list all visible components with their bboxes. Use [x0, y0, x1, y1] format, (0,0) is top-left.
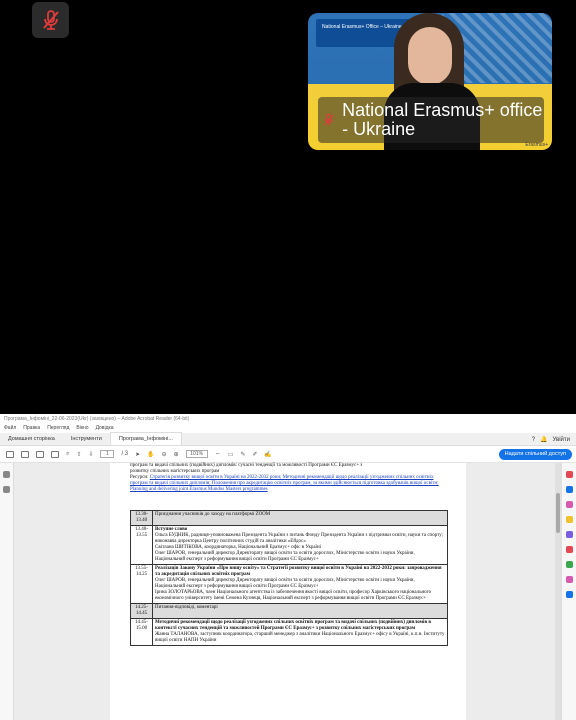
bell-icon[interactable]: 🔔	[540, 436, 547, 443]
participant-name: National Erasmus+ office - Ukraine	[342, 100, 543, 139]
bookmark-icon[interactable]	[3, 471, 10, 478]
row-time: 13.40-13.55	[130, 525, 153, 565]
scan-icon[interactable]	[565, 546, 573, 553]
next-page-icon[interactable]: ⇩	[88, 451, 93, 458]
edit-pdf-icon[interactable]	[565, 486, 573, 493]
row-line: Олег ШАРОВ, генеральний директор Директо…	[155, 578, 415, 589]
row-line: Олег ШАРОВ, генеральний директор Директо…	[155, 551, 415, 562]
intro-text: програм та видачі спільних (подвійних) д…	[130, 463, 448, 493]
upload-icon[interactable]	[21, 450, 29, 458]
prev-page-icon[interactable]: ⇧	[76, 451, 81, 458]
tab-bar: Домашня сторінка Інструменти Програма_Ін…	[0, 432, 576, 446]
resources-label: Ресурси:	[130, 475, 149, 480]
scroll-thumb[interactable]	[556, 493, 560, 533]
sign-in-area: ? 🔔 Увійти	[532, 436, 570, 444]
row-time: 14.45-15.00	[130, 618, 153, 646]
highlight-icon[interactable]: ✐	[252, 451, 257, 458]
fill-sign-icon[interactable]	[565, 576, 573, 583]
row-time: 14.25-14.45	[130, 603, 153, 619]
zoom-in-icon[interactable]: ⊕	[174, 451, 179, 458]
comment-icon[interactable]: ▭	[228, 451, 234, 458]
hand-tool-icon[interactable]: ✋	[147, 451, 154, 458]
tab-home[interactable]: Домашня сторінка	[0, 433, 63, 445]
select-tool-icon[interactable]: ➤	[135, 451, 140, 458]
compress-icon[interactable]	[565, 591, 573, 598]
zoom-out-icon[interactable]: ⊖	[162, 451, 167, 458]
resources-link[interactable]: Стратегія розвитку вищої освіти в Україн…	[130, 475, 439, 492]
program-row: 13.40-13.55 Вступне слово Ольга БУДНИК, ра…	[130, 525, 448, 565]
email-icon[interactable]	[51, 450, 59, 458]
pdf-page: програм та видачі спільних (подвійних) д…	[110, 463, 466, 720]
export-icon[interactable]	[565, 501, 573, 508]
pen-icon[interactable]: ✎	[240, 451, 245, 458]
print-icon[interactable]	[36, 450, 44, 458]
row-time: 13.30-13.40	[130, 510, 153, 526]
row-content: Методичні рекомендації щодо реалізації у…	[152, 618, 448, 646]
row-content: Приєднання учасників до заходу на платфо…	[152, 510, 448, 526]
row-line: Ірина ЗОЛОТАРЬОВА, член Національного аг…	[155, 590, 432, 601]
page-total: / 3	[121, 451, 129, 457]
muted-mic-tile[interactable]	[32, 2, 69, 38]
program-row: 14.45-15.00 Методичні рекомендації щодо р…	[130, 618, 448, 646]
right-tools-rail	[561, 463, 576, 720]
help-icon[interactable]: ?	[532, 437, 535, 443]
row-line: Реалізація Закону України «Про вищу осві…	[155, 566, 442, 577]
menu-file[interactable]: Файл	[4, 425, 16, 431]
program-row: 13.55-14.25 Реалізація Закону України «Пр…	[130, 564, 448, 604]
zoom-select[interactable]: 101%	[185, 450, 208, 458]
row-line: Методичні рекомендації щодо реалізації у…	[155, 620, 432, 631]
pdf-tool-icon[interactable]	[565, 471, 573, 478]
mic-off-icon	[324, 113, 334, 126]
page-number-input[interactable]: 1	[100, 450, 115, 458]
row-line: Жанна ТАЛАНОВА, заступник координатора, …	[155, 632, 445, 643]
menu-edit[interactable]: Правка	[23, 425, 40, 431]
menu-view[interactable]: Перегляд	[47, 425, 69, 431]
menu-window[interactable]: Вікно	[76, 425, 88, 431]
participant-name-tag: National Erasmus+ office - Ukraine	[318, 97, 544, 143]
participant-face	[408, 27, 452, 85]
program-table: 13.30-13.40 Приєднання учасників до заход…	[130, 510, 448, 646]
fit-page-icon[interactable]: ⇔	[215, 451, 221, 457]
program-row: 13.30-13.40 Приєднання учасників до заход…	[130, 510, 448, 526]
menu-bar: Файл Правка Перегляд Вікно Довідка	[0, 423, 576, 433]
row-line: Ольга БУДНИК, радниця-уповноважена Прези…	[155, 533, 444, 544]
program-row: 14.25-14.45 Питання-відповіді, коментарі	[130, 603, 448, 619]
watermark: Erasmus+	[525, 142, 548, 148]
tab-tools[interactable]: Інструменти	[63, 433, 110, 445]
participant-video-tile[interactable]: National Erasmus+ Office – Ukraine Natio…	[308, 13, 552, 150]
row-line: Питання-відповіді, коментарі	[155, 605, 218, 610]
toolbar: ⌕ ⇧ ⇩ 1 / 3 ➤ ✋ ⊖ ⊕ 101% ⇔ ▭ ✎ ✐ ✍ Надат…	[0, 446, 576, 463]
protect-icon[interactable]	[565, 561, 573, 568]
acrobat-window: Програма_Інфоміні_22-06-2023(Ukr) (захищ…	[0, 414, 576, 720]
comment-tool-icon[interactable]	[565, 516, 573, 523]
row-time: 13.55-14.25	[130, 564, 153, 604]
document-area: програм та видачі спільних (подвійних) д…	[0, 463, 576, 720]
tab-document[interactable]: Програма_Інфоміні...	[109, 432, 182, 445]
menu-help[interactable]: Довідка	[96, 425, 114, 431]
row-content: Вступне слово Ольга БУДНИК, радниця-уповн…	[152, 525, 448, 565]
organize-icon[interactable]	[565, 531, 573, 538]
row-line: Приєднання учасників до заходу на платфо…	[155, 512, 271, 517]
row-content: Питання-відповіді, коментарі	[152, 603, 448, 619]
row-content: Реалізація Закону України «Про вищу осві…	[152, 564, 448, 604]
sign-icon[interactable]: ✍	[264, 451, 271, 458]
share-button[interactable]: Надати спільний доступ	[498, 449, 572, 460]
mic-off-icon	[42, 10, 59, 30]
search-icon[interactable]: ⌕	[66, 451, 69, 458]
sign-in-button[interactable]: Увійти	[553, 437, 570, 443]
save-icon[interactable]	[6, 450, 14, 458]
left-panel-rail	[0, 463, 14, 720]
attachment-icon[interactable]	[3, 486, 10, 493]
window-title: Програма_Інфоміні_22-06-2023(Ukr) (захищ…	[0, 414, 576, 423]
